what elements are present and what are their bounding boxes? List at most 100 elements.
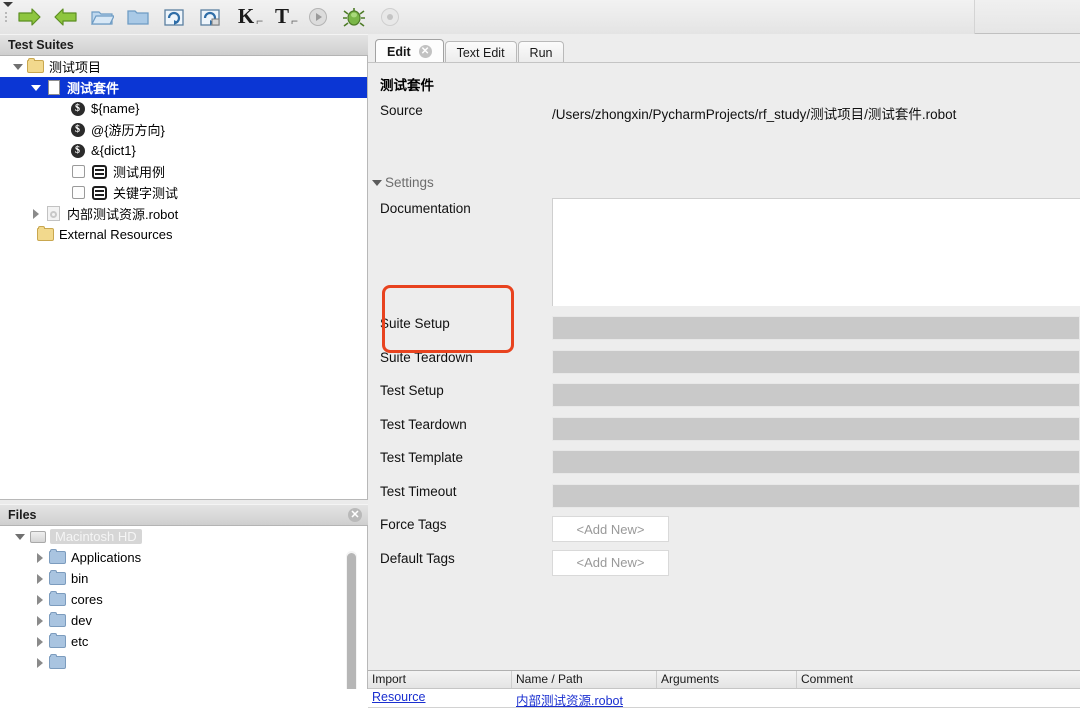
test-timeout-input[interactable] xyxy=(552,483,1080,508)
expander-down-icon[interactable] xyxy=(12,526,28,547)
testcase-checkbox[interactable] xyxy=(72,165,85,178)
force-tags-add-new-button[interactable]: <Add New> xyxy=(552,516,669,542)
folder-blue-icon xyxy=(48,631,67,652)
stop-icon[interactable] xyxy=(373,2,407,32)
files-item-dev[interactable]: dev xyxy=(0,610,367,631)
test-setup-input[interactable] xyxy=(552,383,1080,407)
tree-item-label: ${name} xyxy=(91,101,140,116)
test-suites-panel: Test Suites 测试项目 测试套件 $ ${name} $ @{游历方向… xyxy=(0,34,368,500)
tree-item-label: &{dict1} xyxy=(91,143,136,158)
resource-type-link[interactable]: Resource xyxy=(372,690,426,704)
testcase-letter-t: T xyxy=(274,4,289,28)
imports-table-empty-area xyxy=(368,709,1080,719)
files-item-label: Macintosh HD xyxy=(50,529,142,544)
tree-item-suite[interactable]: 测试套件 xyxy=(0,77,367,98)
new-testcase-icon[interactable]: T ⌐ xyxy=(265,2,299,32)
files-item-macintosh-hd[interactable]: Macintosh HD xyxy=(0,526,367,547)
tree-item-project[interactable]: 测试项目 xyxy=(0,56,367,77)
tree-item-resource-file[interactable]: 内部测试资源.robot xyxy=(0,203,367,224)
ride-application-window: K ⌐ T ⌐ Test Suites 测试项目 测试套件 $ ${name} … xyxy=(0,0,1080,719)
new-keyword-icon[interactable]: K ⌐ xyxy=(229,2,263,32)
cell-arguments[interactable] xyxy=(657,689,797,707)
tab-run[interactable]: Run xyxy=(517,41,565,63)
files-vertical-scrollbar[interactable] xyxy=(346,551,357,689)
tree-item-testcase-2[interactable]: 关键字测试 xyxy=(0,182,367,203)
resource-path-link[interactable]: 内部测试资源.robot xyxy=(516,694,623,708)
files-tree[interactable]: Macintosh HD Applications bin cores dev … xyxy=(0,526,368,689)
expander-right-icon[interactable] xyxy=(28,203,44,224)
field-label: Test Template xyxy=(380,450,464,465)
testcase-checkbox[interactable] xyxy=(72,186,85,199)
forward-arrow-icon[interactable] xyxy=(49,2,83,32)
expander-right-icon[interactable] xyxy=(32,631,48,652)
expander-right-icon[interactable] xyxy=(32,547,48,568)
field-label: Default Tags xyxy=(380,550,455,566)
tree-item-testcase-1[interactable]: 测试用例 xyxy=(0,161,367,182)
open-folder-icon[interactable] xyxy=(85,2,119,32)
back-arrow-icon[interactable] xyxy=(13,2,47,32)
field-row-documentation: Documentation xyxy=(368,198,1080,313)
run-icon[interactable] xyxy=(301,2,335,32)
debug-icon[interactable] xyxy=(337,2,371,32)
files-item-label: Applications xyxy=(71,550,142,565)
test-suites-tree[interactable]: 测试项目 测试套件 $ ${name} $ @{游历方向} $ &{dict1}… xyxy=(0,56,368,500)
files-item-label: etc xyxy=(71,634,89,649)
field-row-force-tags: Force Tags <Add New> xyxy=(368,514,1080,548)
cell-comment[interactable] xyxy=(797,689,1080,707)
suite-teardown-input[interactable] xyxy=(552,349,1080,374)
files-item-etc[interactable]: etc xyxy=(0,631,367,652)
folder-blue-icon xyxy=(48,547,67,568)
default-tags-add-new-button[interactable]: <Add New> xyxy=(552,549,669,576)
column-header-name-path: Name / Path xyxy=(512,671,657,688)
save-all-icon[interactable] xyxy=(193,2,227,32)
files-item-applications[interactable]: Applications xyxy=(0,547,367,568)
suite-setup-input[interactable] xyxy=(552,316,1080,340)
toolbar-drag-grip[interactable] xyxy=(0,0,13,34)
folder-blue-icon xyxy=(48,589,67,610)
folder-yellow-icon xyxy=(26,56,45,77)
save-icon[interactable] xyxy=(157,2,191,32)
folder-blue-icon xyxy=(48,568,67,589)
folder-blue-icon xyxy=(48,652,67,673)
folder-yellow-open-icon xyxy=(36,224,55,245)
column-header-comment: Comment xyxy=(801,672,854,686)
expander-right-icon[interactable] xyxy=(32,568,48,589)
folder-blue-icon xyxy=(48,610,67,631)
files-header: Files ✕ xyxy=(0,504,368,526)
field-row-default-tags: Default Tags <Add New> xyxy=(368,548,1080,582)
tree-item-variable-list[interactable]: $ @{游历方向} xyxy=(0,119,367,140)
expander-right-icon[interactable] xyxy=(32,610,48,631)
testcase-robot-icon xyxy=(90,161,109,182)
expander-right-icon[interactable] xyxy=(32,589,48,610)
cell-import[interactable]: Resource xyxy=(368,689,512,707)
tab-edit[interactable]: Edit ✕ xyxy=(375,39,444,63)
table-row[interactable]: Resource 内部测试资源.robot xyxy=(368,689,1080,708)
expander-down-icon[interactable] xyxy=(10,56,26,77)
test-template-input[interactable] xyxy=(552,450,1080,474)
new-folder-icon[interactable] xyxy=(121,2,155,32)
field-label: Test Setup xyxy=(380,383,444,398)
files-item-cores[interactable]: cores xyxy=(0,589,367,610)
files-title: Files xyxy=(8,508,37,522)
toolbar-overflow-caret-icon[interactable] xyxy=(3,1,13,7)
resource-file-icon xyxy=(44,203,63,224)
test-teardown-input[interactable] xyxy=(552,416,1080,441)
expander-down-icon[interactable] xyxy=(28,77,44,98)
files-item-partial[interactable] xyxy=(0,652,367,673)
field-label: Force Tags xyxy=(380,517,447,532)
close-icon[interactable]: ✕ xyxy=(348,508,362,522)
tab-text-edit[interactable]: Text Edit xyxy=(444,41,517,63)
imports-table: Import Name / Path Arguments Comment Res… xyxy=(368,670,1080,719)
settings-section-toggle[interactable]: Settings xyxy=(372,175,434,190)
files-item-bin[interactable]: bin xyxy=(0,568,367,589)
tree-item-external-resources[interactable]: External Resources xyxy=(0,224,367,245)
tree-item-variable-dict[interactable]: $ &{dict1} xyxy=(0,140,367,161)
close-icon[interactable]: ✕ xyxy=(418,45,432,58)
tree-item-variable-name[interactable]: $ ${name} xyxy=(0,98,367,119)
files-item-label: dev xyxy=(71,613,92,628)
cell-name-path[interactable]: 内部测试资源.robot xyxy=(512,689,657,708)
field-label: Test Timeout xyxy=(380,483,457,499)
documentation-textarea[interactable] xyxy=(552,198,1080,306)
scrollbar-thumb[interactable] xyxy=(347,553,356,689)
expander-right-icon[interactable] xyxy=(32,652,48,673)
